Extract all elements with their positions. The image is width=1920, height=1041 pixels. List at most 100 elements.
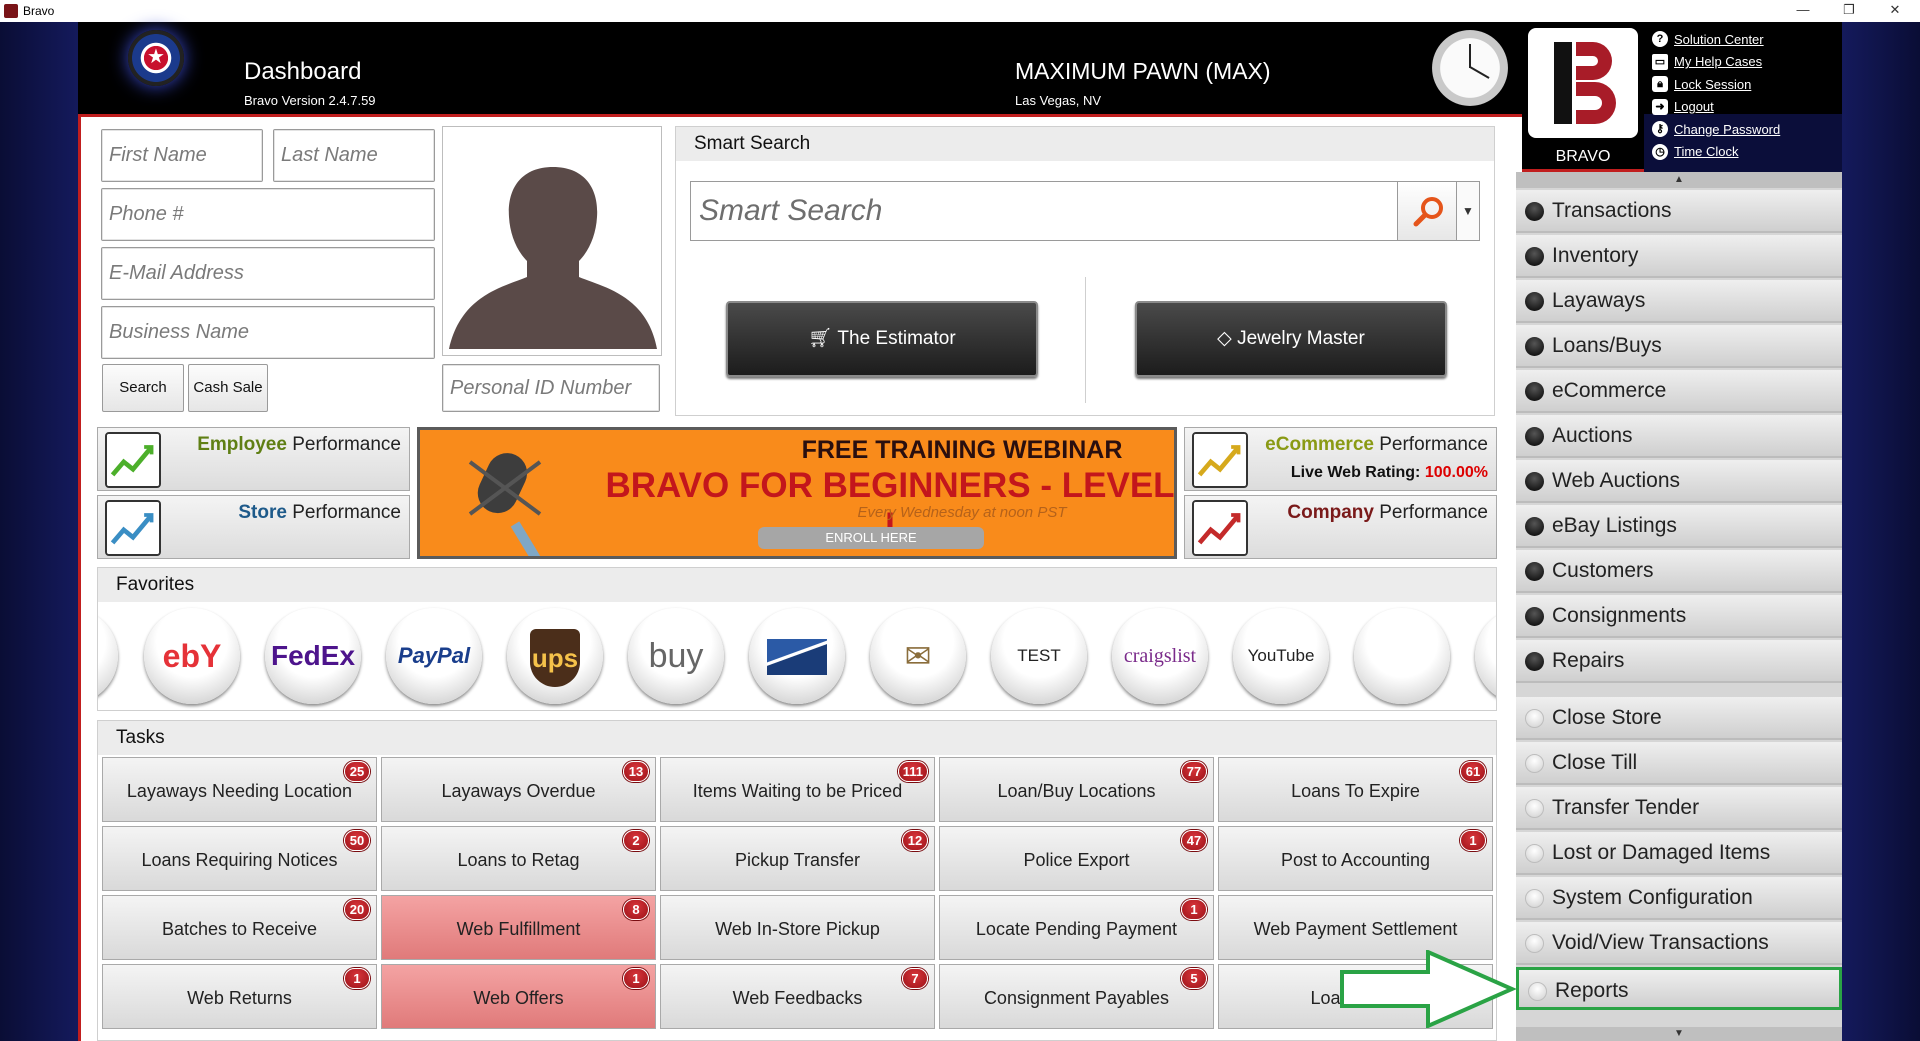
the-estimator-button[interactable]: 🛒︎ The Estimator	[726, 301, 1038, 377]
smart-search-dropdown[interactable]: ▼	[1456, 181, 1480, 241]
task-loan-buy-locations[interactable]: Loan/Buy Locations 77	[939, 757, 1214, 822]
menu-item-close-store[interactable]: Close Store	[1516, 697, 1842, 740]
favorite-test-icon[interactable]: TEST	[991, 608, 1087, 704]
cash-sale-button[interactable]: Cash Sale	[188, 364, 268, 412]
phone-input[interactable]	[101, 188, 435, 241]
logout-link[interactable]: ➜ Logout	[1652, 96, 1842, 119]
favorite-craigslist-icon[interactable]: craigslist	[1112, 608, 1208, 704]
favorite-ebay-icon[interactable]: ebY	[144, 608, 240, 704]
task-loans-to-expire[interactable]: Loans To Expire 61	[1218, 757, 1493, 822]
menu-item-transactions[interactable]: Transactions	[1516, 190, 1842, 233]
person-silhouette-icon	[449, 167, 657, 349]
company-performance-button[interactable]: Company Performance	[1184, 495, 1497, 559]
task-web-fulfillment[interactable]: Web Fulfillment 8	[381, 895, 656, 960]
task-web-in-store-pickup[interactable]: Web In-Store Pickup	[660, 895, 935, 960]
window-title: Bravo	[23, 4, 55, 18]
minimize-button[interactable]: —	[1780, 0, 1826, 22]
business-name-input[interactable]	[101, 306, 435, 359]
store-performance-button[interactable]: Store Performance	[97, 495, 410, 559]
email-input[interactable]	[101, 247, 435, 300]
favorite-mail-icon[interactable]: ✉	[870, 608, 966, 704]
close-window-button[interactable]: ✕	[1872, 0, 1918, 22]
enroll-here-button[interactable]: ENROLL HERE	[758, 527, 984, 549]
menu-item-ecommerce[interactable]: eCommerce	[1516, 370, 1842, 413]
change-password-link[interactable]: ⚷ Change Password	[1652, 118, 1842, 141]
smart-search-panel: Smart Search ▼ 🛒︎ The Estimator ◇ Jewelr…	[675, 126, 1495, 416]
favorite-ups-icon[interactable]: ups	[507, 608, 603, 704]
page-title: Dashboard	[244, 58, 362, 85]
smart-search-button[interactable]	[1397, 181, 1457, 241]
solution-center-link[interactable]: ? Solution Center	[1652, 28, 1842, 51]
menu-item-ebay-listings[interactable]: eBay Listings	[1516, 505, 1842, 548]
account-links: ? Solution Center ▭ My Help Cases 🔒︎ Lock S…	[1652, 28, 1842, 163]
bullet-icon	[1525, 607, 1544, 626]
task-label: Loans to Retag	[457, 850, 580, 870]
favorite-youtube-icon[interactable]: YouTube	[1233, 608, 1329, 704]
favorite-fedex-icon[interactable]: FedEx	[265, 608, 361, 704]
task-loans-requiring-notices[interactable]: Loans Requiring Notices 50	[102, 826, 377, 891]
task-batches-to-receive[interactable]: Batches to Receive 20	[102, 895, 377, 960]
training-webinar-banner[interactable]: FREE TRAINING WEBINAR BRAVO FOR BEGINNER…	[417, 427, 1177, 559]
menu-item-consignments[interactable]: Consignments	[1516, 595, 1842, 638]
employee-performance-button[interactable]: Employee Performance	[97, 427, 410, 491]
favorite-empty-icon[interactable]	[1475, 608, 1496, 704]
chevron-down-icon: ▼	[1674, 1028, 1684, 1039]
scroll-down-button[interactable]: ▼	[1516, 1027, 1842, 1041]
lock-session-link[interactable]: 🔒︎ Lock Session	[1652, 73, 1842, 96]
menu-item-layaways[interactable]: Layaways	[1516, 280, 1842, 323]
menu-item-transfer-tender[interactable]: Transfer Tender	[1516, 787, 1842, 830]
search-button[interactable]: Search	[102, 364, 184, 412]
task-layaways-overdue[interactable]: Layaways Overdue 13	[381, 757, 656, 822]
ecommerce-performance-button[interactable]: eCommerce Performance Live Web Rating: 1…	[1184, 427, 1497, 491]
menu-item-auctions[interactable]: Auctions	[1516, 415, 1842, 458]
menu-item-void-view-transactions[interactable]: Void/View Transactions	[1516, 922, 1842, 965]
task-consignment-payables[interactable]: Consignment Payables 5	[939, 964, 1214, 1029]
task-post-to-accounting[interactable]: Post to Accounting 1	[1218, 826, 1493, 891]
menu-item-system-configuration[interactable]: System Configuration	[1516, 877, 1842, 920]
task-items-waiting-to-be-priced[interactable]: Items Waiting to be Priced 111	[660, 757, 935, 822]
favorite-paypal-icon[interactable]: PayPal	[386, 608, 482, 704]
task-police-export[interactable]: Police Export 47	[939, 826, 1214, 891]
time-clock-link[interactable]: ◷ Time Clock	[1652, 141, 1842, 164]
my-help-cases-link[interactable]: ▭ My Help Cases	[1652, 51, 1842, 74]
task-loans-to-retag[interactable]: Loans to Retag 2	[381, 826, 656, 891]
bullet-icon	[1525, 202, 1544, 221]
menu-item-label: Reports	[1555, 979, 1629, 1002]
favorite-buy-icon[interactable]: buy	[628, 608, 724, 704]
first-name-input[interactable]	[101, 129, 263, 182]
task-web-returns[interactable]: Web Returns 1	[102, 964, 377, 1029]
task-pickup-transfer[interactable]: Pickup Transfer 12	[660, 826, 935, 891]
scroll-up-button[interactable]: ▲	[1516, 172, 1842, 188]
menu-item-reports[interactable]: Reports	[1516, 967, 1842, 1010]
bullet-icon	[1525, 934, 1544, 953]
task-web-feedbacks[interactable]: Web Feedbacks 7	[660, 964, 935, 1029]
menu-item-web-auctions[interactable]: Web Auctions	[1516, 460, 1842, 503]
task-label: Post to Accounting	[1280, 850, 1431, 870]
task-count-badge: 7	[902, 968, 928, 989]
menu-item-close-till[interactable]: Close Till	[1516, 742, 1842, 785]
last-name-input[interactable]	[273, 129, 435, 182]
menu-item-customers[interactable]: Customers	[1516, 550, 1842, 593]
task-count-badge: 50	[344, 830, 370, 851]
shield-emblem-icon: ★	[128, 30, 184, 86]
favorite-seal-icon[interactable]	[98, 608, 118, 704]
brand-label: BRAVO	[1555, 148, 1611, 165]
task-layaways-needing-location[interactable]: Layaways Needing Location 25	[102, 757, 377, 822]
menu-item-label: Customers	[1552, 559, 1654, 582]
smart-search-input[interactable]	[690, 181, 1400, 241]
personal-id-input[interactable]	[442, 364, 660, 412]
favorite-empty-icon[interactable]	[1354, 608, 1450, 704]
menu-item-lost-or-damaged-items[interactable]: Lost or Damaged Items	[1516, 832, 1842, 875]
menu-item-inventory[interactable]: Inventory	[1516, 235, 1842, 278]
task-web-offers[interactable]: Web Offers 1	[381, 964, 656, 1029]
jewelry-master-button[interactable]: ◇ Jewelry Master	[1135, 301, 1447, 377]
task-label: Items Waiting to be Priced	[692, 781, 903, 801]
smart-search-title: Smart Search	[676, 127, 1494, 161]
restore-button[interactable]: ❐	[1826, 0, 1872, 22]
customer-photo-placeholder[interactable]	[442, 126, 662, 356]
menu-item-repairs[interactable]: Repairs	[1516, 640, 1842, 683]
task-locate-pending-payment[interactable]: Locate Pending Payment 1	[939, 895, 1214, 960]
favorite-usps-icon[interactable]	[749, 608, 845, 704]
task-count-badge: 77	[1181, 761, 1207, 782]
menu-item-loans-buys[interactable]: Loans/Buys	[1516, 325, 1842, 368]
